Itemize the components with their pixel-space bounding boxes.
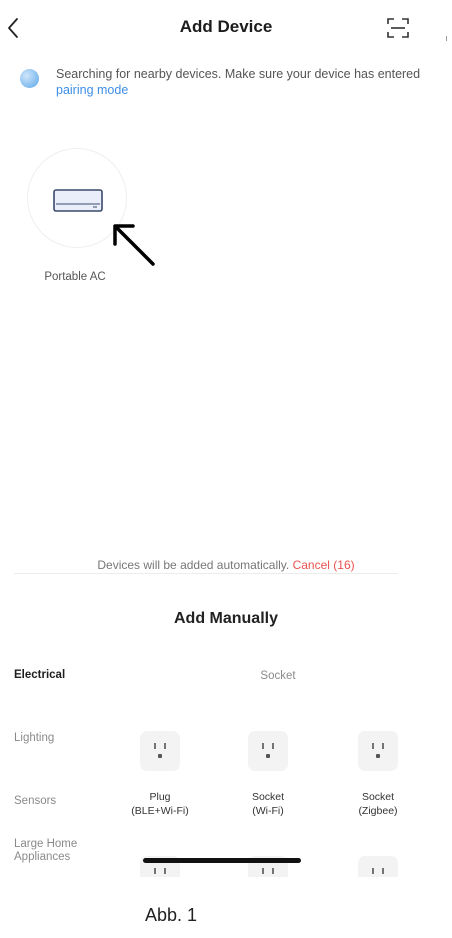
pointer-arrow-icon <box>113 224 155 266</box>
cancel-button[interactable]: Cancel (16) <box>293 558 355 572</box>
auto-add-notice: Devices will be added automatically. Can… <box>0 558 452 572</box>
scan-icon <box>387 18 409 38</box>
product-variant: (Zigbee) <box>358 805 398 817</box>
divider <box>14 573 398 574</box>
section-heading-socket: Socket <box>260 670 296 682</box>
searching-notice: Searching for nearby devices. Make sure … <box>56 66 436 98</box>
add-manually-heading: Add Manually <box>173 610 278 627</box>
pairing-mode-link[interactable]: pairing mode <box>56 83 128 97</box>
notice-text: Searching for nearby devices. Make sure … <box>56 67 421 81</box>
product-name: Plug <box>149 791 171 803</box>
product-socket-wifi[interactable] <box>248 731 288 771</box>
product-variant: (BLE+Wi-Fi) <box>131 805 189 817</box>
page-title: Add Device <box>179 17 273 36</box>
scan-button[interactable] <box>386 16 410 40</box>
product-plug-ble-wifi[interactable] <box>140 731 180 771</box>
product-name: Socket <box>251 791 285 803</box>
bottom-band <box>0 877 452 938</box>
product-socket-zigbee[interactable] <box>358 731 398 771</box>
air-conditioner-icon <box>53 189 103 212</box>
found-device-label: Portable AC <box>44 271 106 283</box>
socket-outlet-icon <box>154 743 166 758</box>
product-name: Socket <box>361 791 395 803</box>
category-sensors[interactable]: Sensors <box>14 795 56 808</box>
home-indicator <box>143 858 301 863</box>
edge-mark <box>446 36 447 41</box>
product-variant: (Wi-Fi) <box>252 805 284 817</box>
searching-indicator-icon <box>20 69 39 88</box>
category-large-home-appliances[interactable]: Large Home Appliances <box>14 838 84 864</box>
product-label: Socket (Zigbee) <box>328 790 428 818</box>
category-electrical[interactable]: Electrical <box>14 669 65 682</box>
auto-add-text: Devices will be added automatically. <box>97 558 290 572</box>
caption-text: Abb. 1 <box>145 905 198 925</box>
product-label: Plug (BLE+Wi-Fi) <box>110 790 210 818</box>
category-lighting[interactable]: Lighting <box>14 732 54 745</box>
socket-outlet-icon <box>262 743 274 758</box>
socket-outlet-icon <box>372 743 384 758</box>
product-label: Socket (Wi-Fi) <box>218 790 318 818</box>
